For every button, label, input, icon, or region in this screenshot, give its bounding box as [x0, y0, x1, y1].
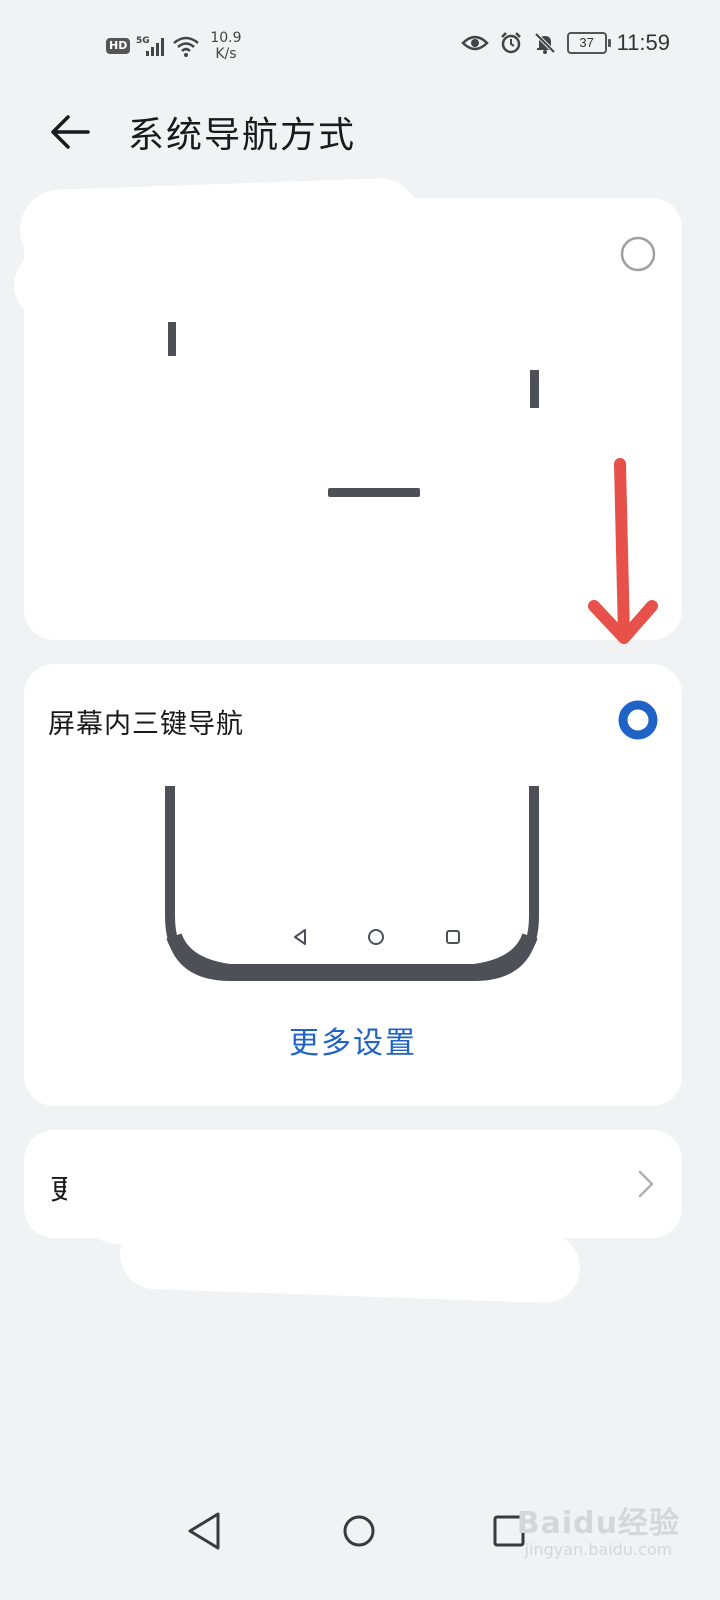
phone-illustration-fragment [530, 370, 539, 408]
back-arrow-icon[interactable] [48, 108, 96, 156]
eye-icon [460, 35, 489, 51]
speed-value: 10.9 [210, 30, 242, 46]
hd-icon: HD [106, 38, 131, 54]
radio-selected-icon[interactable] [618, 700, 658, 740]
watermark-main: Baidu经验 [516, 1506, 680, 1541]
status-left: HD 5G 10.9 K/s [106, 30, 242, 62]
page-title: 系统导航方式 [128, 115, 357, 156]
status-bar: HD 5G 10.9 K/s 37 11:59 [0, 0, 720, 92]
speed-unit: K/s [215, 46, 237, 62]
alarm-icon [500, 32, 521, 54]
baidu-watermark: Baidu经验 jingyan.baidu.com [517, 1498, 680, 1559]
status-right: 37 11:59 [460, 30, 670, 56]
watermark-sub: jingyan.baidu.com [524, 1540, 673, 1559]
annotation-arrow-icon [588, 458, 658, 644]
redaction-smear [14, 250, 214, 320]
radio-unselected-icon[interactable] [618, 234, 658, 274]
title-bar: 系统导航方式 [0, 96, 720, 168]
chevron-right-icon [638, 1170, 654, 1198]
signal-icon: 5G [136, 36, 165, 56]
wifi-icon [173, 36, 200, 57]
gesture-bar-fragment [328, 488, 420, 497]
option-card-three-key[interactable]: 屏幕内三键导航 更多设置 [24, 664, 682, 1106]
nav-back-icon[interactable] [180, 1506, 230, 1556]
network-speed: 10.9 K/s [210, 30, 241, 62]
mute-bell-icon [534, 32, 555, 54]
phone-illustration-fragment [168, 322, 176, 356]
svg-text:5G: 5G [136, 36, 150, 46]
nav-home-icon[interactable] [334, 1506, 384, 1556]
redaction-smear [118, 1217, 582, 1305]
phone-illustration [165, 786, 539, 981]
status-time: 11:59 [616, 30, 670, 55]
battery-icon: 37 [566, 32, 611, 54]
more-settings-link[interactable]: 更多设置 [24, 1018, 682, 1062]
option-label: 屏幕内三键导航 [48, 709, 244, 740]
